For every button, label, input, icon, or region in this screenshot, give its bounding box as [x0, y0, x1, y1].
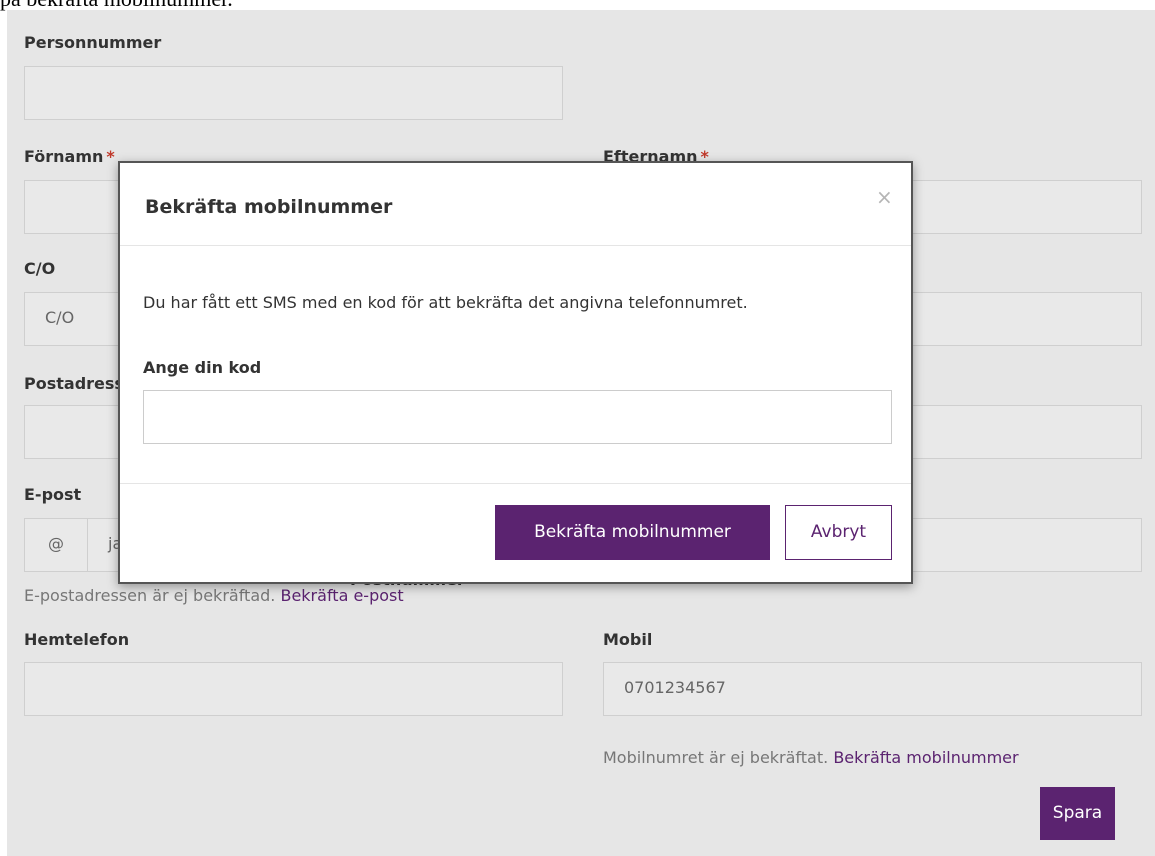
confirm-mobile-link[interactable]: Bekräfta mobilnummer — [833, 748, 1018, 767]
mobil-input[interactable]: 0701234567 — [603, 662, 1142, 716]
epost-help: E-postadressen är ej bekräftad. Bekräfta… — [24, 586, 404, 605]
cancel-button[interactable]: Avbryt — [785, 505, 892, 560]
personnummer-input[interactable] — [24, 66, 563, 120]
required-marker: * — [106, 147, 115, 166]
hemtelefon-input[interactable] — [24, 662, 563, 716]
code-label: Ange din kod — [143, 358, 262, 377]
save-button[interactable]: Spara — [1040, 787, 1115, 840]
confirm-email-link[interactable]: Bekräfta e-post — [280, 586, 403, 605]
close-icon[interactable]: × — [876, 187, 893, 207]
intro-text-fragment: på bekräfta mobilnummer. — [0, 0, 233, 11]
modal-title: Bekräfta mobilnummer — [145, 196, 393, 218]
hemtelefon-label: Hemtelefon — [24, 630, 130, 649]
modal-header: Bekräfta mobilnummer × — [120, 163, 911, 246]
epost-label: E-post — [24, 485, 82, 504]
at-icon: @ — [24, 518, 88, 572]
modal-description: Du har fått ett SMS med en kod för att b… — [143, 293, 748, 312]
modal-footer — [120, 483, 911, 484]
postadress-label: Postadress — [24, 374, 124, 393]
code-input[interactable] — [143, 390, 892, 444]
personnummer-label: Personnummer — [24, 33, 162, 52]
confirm-mobile-modal: Bekräfta mobilnummer × Du har fått ett S… — [118, 161, 913, 584]
fornamn-label: Förnamn * — [24, 147, 115, 166]
mobil-help: Mobilnumret är ej bekräftat. Bekräfta mo… — [603, 748, 1019, 767]
mobil-label: Mobil — [603, 630, 653, 649]
confirm-mobile-button[interactable]: Bekräfta mobilnummer — [495, 505, 770, 560]
co-label: C/O — [24, 259, 56, 278]
